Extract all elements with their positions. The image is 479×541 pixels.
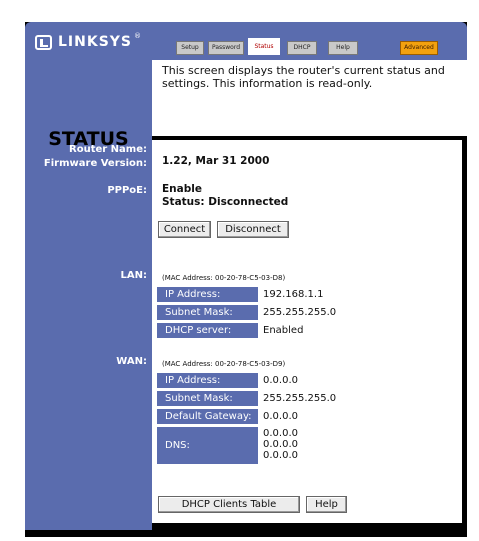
tab-help[interactable]: Help xyxy=(328,41,358,55)
wan-mac-address: (MAC Address: 00-20-78-C5-03-D9) xyxy=(162,360,286,368)
pppoe-status-value: Status: Disconnected xyxy=(162,196,289,208)
lan-ip-address-value: 192.168.1.1 xyxy=(263,289,324,300)
lan-dhcp-server-value: Enabled xyxy=(263,325,304,336)
wan-dns-value-1: 0.0.0.0 xyxy=(263,428,298,439)
router-name-label: Router Name: xyxy=(69,144,147,155)
pppoe-label: PPPoE: xyxy=(107,185,147,196)
wan-ip-address-value: 0.0.0.0 xyxy=(263,375,298,386)
pppoe-enable-value: Enable xyxy=(162,183,202,195)
tab-status[interactable]: Status xyxy=(248,38,280,55)
left-sidebar: STATUS Router Name: Firmware Version: PP… xyxy=(25,60,152,530)
wan-default-gateway-label: Default Gateway: xyxy=(157,409,258,424)
logo-registered-mark: ® xyxy=(134,32,141,40)
tab-setup[interactable]: Setup xyxy=(176,41,204,55)
lan-subnet-mask-value: 255.255.255.0 xyxy=(263,307,337,318)
lan-subnet-mask-label: Subnet Mask: xyxy=(157,305,258,320)
wan-subnet-mask-value: 255.255.255.0 xyxy=(263,393,337,404)
wan-dns-label: DNS: xyxy=(157,427,258,464)
help-button[interactable]: Help xyxy=(306,496,347,513)
lan-dhcp-server-label: DHCP server: xyxy=(157,323,258,338)
dhcp-clients-table-button[interactable]: DHCP Clients Table xyxy=(158,496,300,513)
wan-label: WAN: xyxy=(116,356,147,367)
router-ui-frame: LINKSYS ® Setup Password Status DHCP Hel… xyxy=(25,22,467,537)
tab-dhcp[interactable]: DHCP xyxy=(287,41,317,55)
firmware-version-label: Firmware Version: xyxy=(43,158,147,169)
logo-text: LINKSYS xyxy=(58,34,132,50)
lan-mac-address: (MAC Address: 00-20-78-C5-03-D8) xyxy=(162,274,286,282)
wan-subnet-mask-label: Subnet Mask: xyxy=(157,391,258,406)
status-content: 1.22, Mar 31 2000 Enable Status: Disconn… xyxy=(152,140,462,523)
wan-dns-value-3: 0.0.0.0 xyxy=(263,450,298,461)
wan-default-gateway-value: 0.0.0.0 xyxy=(263,411,298,422)
page-description: This screen displays the router's curren… xyxy=(162,64,445,90)
top-bar: LINKSYS ® Setup Password Status DHCP Hel… xyxy=(25,22,467,60)
lan-ip-address-label: IP Address: xyxy=(157,287,258,302)
wan-ip-address-label: IP Address: xyxy=(157,373,258,388)
wan-dns-values: 0.0.0.0 0.0.0.0 0.0.0.0 xyxy=(263,428,298,461)
description-panel: This screen displays the router's curren… xyxy=(152,60,467,136)
lan-label: LAN: xyxy=(120,270,147,281)
disconnect-button[interactable]: Disconnect xyxy=(217,221,289,238)
tab-password[interactable]: Password xyxy=(208,41,244,55)
tab-advanced[interactable]: Advanced xyxy=(400,41,438,55)
linksys-logo: LINKSYS ® xyxy=(35,32,141,52)
linksys-logo-icon xyxy=(35,34,52,50)
wan-dns-value-2: 0.0.0.0 xyxy=(263,439,298,450)
connect-button[interactable]: Connect xyxy=(158,221,211,238)
firmware-version-value: 1.22, Mar 31 2000 xyxy=(162,155,270,167)
